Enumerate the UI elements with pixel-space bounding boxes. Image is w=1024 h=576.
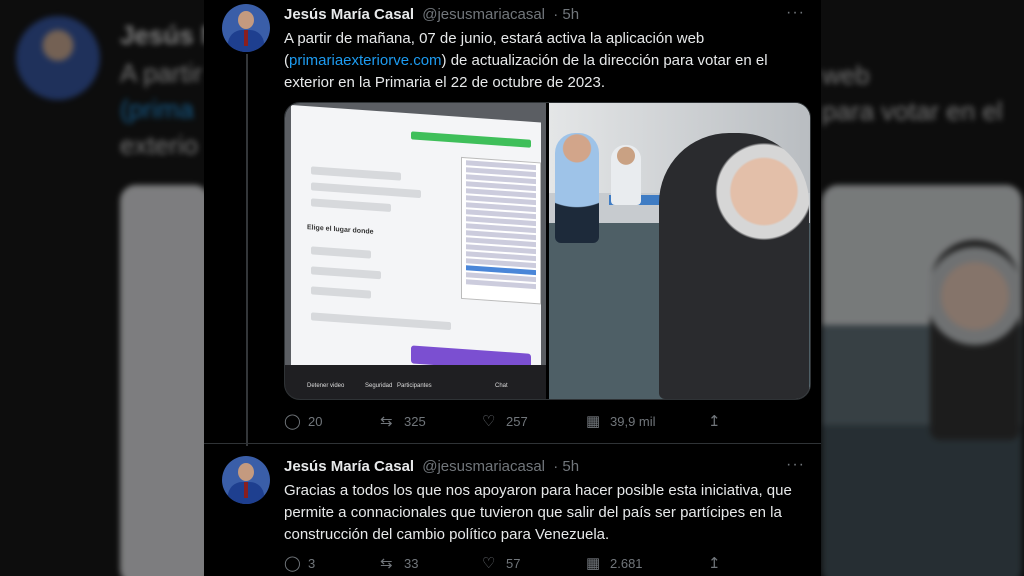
- retweet-icon: ⇆: [380, 555, 393, 572]
- retweet-count: 325: [404, 413, 426, 429]
- retweet-icon: ⇆: [380, 413, 393, 430]
- reply-button[interactable]: ◯ 3: [284, 554, 315, 572]
- media-photo-classroom[interactable]: [549, 103, 810, 399]
- form-heading: Elige el lugar donde: [307, 224, 374, 236]
- views-button[interactable]: ▦ 2.681: [586, 554, 643, 572]
- background-line: para votar en el: [822, 96, 1003, 126]
- heart-icon: ♡: [482, 413, 496, 430]
- like-button[interactable]: ♡ 57: [482, 554, 520, 572]
- tweet-thread: Jesús María Casal @jesusmariacasal · 5h …: [204, 0, 821, 576]
- share-button[interactable]: ↥: [708, 554, 726, 572]
- person-background: [611, 145, 641, 205]
- tweet-header: Jesús María Casal @jesusmariacasal · 5h: [284, 6, 579, 23]
- meeting-toolbar: Detener video Seguridad Participantes Ch…: [285, 365, 546, 399]
- views-button[interactable]: ▦ 39,9 mil: [586, 412, 656, 430]
- share-icon: ↥: [708, 413, 721, 430]
- reply-button[interactable]: ◯ 20: [284, 412, 322, 430]
- background-line: (prima: [120, 94, 194, 124]
- tweet-media[interactable]: Elige el lugar donde Detener video Segur…: [284, 102, 811, 400]
- background-image-left: [120, 185, 210, 576]
- retweet-count: 33: [404, 555, 419, 571]
- background-person: [930, 240, 1020, 440]
- tweet-text: Gracias a todos los que nos apoyaron par…: [284, 482, 792, 543]
- views-icon: ▦: [586, 413, 601, 430]
- reply-count: 3: [308, 555, 316, 571]
- like-count: 57: [506, 555, 521, 571]
- divider: [204, 443, 821, 444]
- background-line: exterio: [120, 130, 199, 160]
- thread-connector: [246, 54, 248, 446]
- tweet-actions: ◯ 3 ⇆ 33 ♡ 57 ▦ 2.681 ↥: [284, 554, 804, 574]
- views-count: 2.681: [610, 555, 643, 571]
- author-name[interactable]: Jesús María Casal: [284, 6, 414, 23]
- views-icon: ▦: [586, 555, 601, 572]
- timestamp[interactable]: · 5h: [553, 6, 579, 23]
- author-name[interactable]: Jesús María Casal: [284, 458, 414, 475]
- retweet-button[interactable]: ⇆ 325: [380, 412, 426, 430]
- heart-icon: ♡: [482, 555, 496, 572]
- laptop-screen: Elige el lugar donde: [291, 105, 541, 393]
- person-glasses: [555, 133, 599, 243]
- media-photo-laptop[interactable]: Elige el lugar donde Detener video Segur…: [285, 103, 546, 399]
- author-handle[interactable]: @jesusmariacasal: [422, 6, 545, 23]
- share-icon: ↥: [708, 555, 721, 572]
- reply-icon: ◯: [284, 555, 301, 572]
- avatar[interactable]: [222, 456, 270, 504]
- person-foreground: [659, 133, 809, 399]
- author-handle[interactable]: @jesusmariacasal: [422, 458, 545, 475]
- views-count: 39,9 mil: [610, 413, 656, 429]
- tweet-header: Jesús María Casal @jesusmariacasal · 5h: [284, 458, 579, 475]
- avatar[interactable]: [222, 4, 270, 52]
- background-line: A partir: [120, 58, 203, 88]
- more-options-button[interactable]: ···: [786, 456, 805, 474]
- country-dropdown: [461, 156, 541, 305]
- toolbar-label: Chat: [495, 383, 508, 389]
- tweet-text: A partir de mañana, 07 de junio, estará …: [284, 28, 804, 94]
- share-button[interactable]: ↥: [708, 412, 726, 430]
- tweet-link[interactable]: primariaexteriorve.com: [289, 52, 442, 69]
- reply-icon: ◯: [284, 413, 301, 430]
- toolbar-label: Seguridad: [365, 383, 393, 389]
- toolbar-label: Participantes: [397, 383, 432, 389]
- timestamp[interactable]: · 5h: [553, 458, 579, 475]
- toolbar-label: Detener video: [307, 383, 345, 389]
- reply-count: 20: [308, 413, 323, 429]
- background-avatar: [16, 16, 100, 100]
- tweet-actions: ◯ 20 ⇆ 325 ♡ 257 ▦ 39,9 mil ↥: [284, 412, 804, 432]
- background-line: web: [822, 60, 870, 90]
- retweet-button[interactable]: ⇆ 33: [380, 554, 418, 572]
- more-options-button[interactable]: ···: [786, 4, 805, 22]
- like-button[interactable]: ♡ 257: [482, 412, 528, 430]
- like-count: 257: [506, 413, 528, 429]
